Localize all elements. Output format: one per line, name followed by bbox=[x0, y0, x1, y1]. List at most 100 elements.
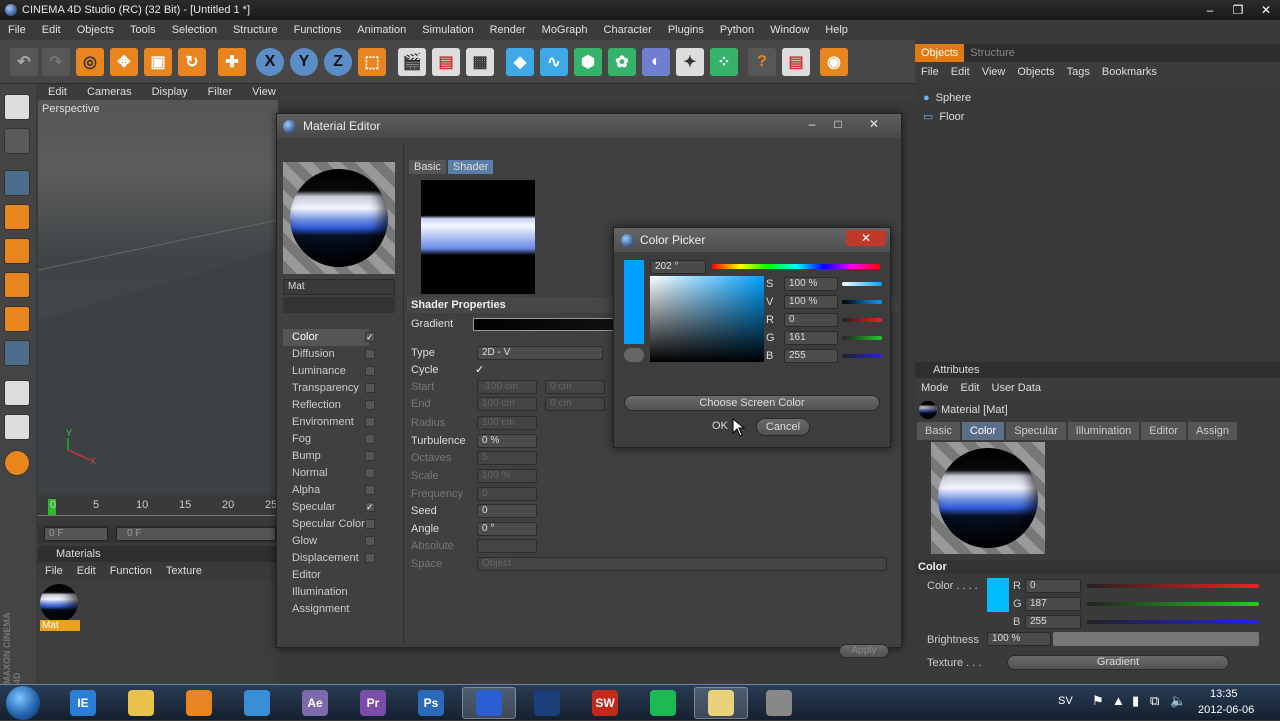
viewport-menu-filter[interactable]: Filter bbox=[198, 86, 242, 98]
prop-frequency[interactable]: Frequency 0 bbox=[411, 486, 881, 503]
prop-space[interactable]: Space Object bbox=[411, 556, 887, 573]
channel-checkbox[interactable] bbox=[365, 451, 375, 461]
menu-help[interactable]: Help bbox=[817, 24, 856, 36]
me-maximize-button[interactable]: □ bbox=[827, 117, 849, 133]
taskbar-app-tool[interactable] bbox=[752, 687, 806, 719]
attr-tab-color[interactable]: Color bbox=[961, 422, 1005, 440]
object-mode-icon[interactable] bbox=[4, 170, 30, 196]
materials-menu-file[interactable]: File bbox=[38, 565, 70, 577]
prop-value-2[interactable]: 0 cm bbox=[545, 380, 605, 394]
r-slider[interactable] bbox=[1087, 584, 1259, 588]
points-mode-icon[interactable] bbox=[4, 204, 30, 230]
taskbar-app-spotify[interactable] bbox=[636, 687, 690, 719]
battery-icon[interactable]: ▮ bbox=[1132, 693, 1139, 709]
menu-simulation[interactable]: Simulation bbox=[414, 24, 481, 36]
objects-menu-objects[interactable]: Objects bbox=[1011, 66, 1060, 78]
channel-checkbox[interactable] bbox=[365, 485, 375, 495]
taskbar-app-ie[interactable]: IE bbox=[56, 687, 110, 719]
taskbar-app-folder[interactable] bbox=[694, 687, 748, 719]
channel-checkbox[interactable] bbox=[365, 434, 375, 444]
prop-value[interactable]: 100 % bbox=[477, 469, 537, 483]
edges-mode-icon[interactable] bbox=[4, 238, 30, 264]
objects-menu-tags[interactable]: Tags bbox=[1061, 66, 1096, 78]
channel-bump[interactable]: Bump bbox=[283, 448, 375, 465]
scene-icon[interactable]: ✦ bbox=[676, 48, 704, 76]
menu-animation[interactable]: Animation bbox=[349, 24, 414, 36]
channel-specular-color[interactable]: Specular Color bbox=[283, 516, 375, 533]
g-slider[interactable] bbox=[1087, 602, 1259, 606]
model-mode-icon[interactable] bbox=[4, 128, 30, 154]
tab-structure[interactable]: Structure bbox=[964, 44, 1021, 62]
channel-color[interactable]: Color ✓ bbox=[283, 329, 375, 346]
render-settings-icon[interactable]: ▦ bbox=[466, 48, 494, 76]
s-field[interactable]: 100 % bbox=[784, 277, 838, 291]
menu-character[interactable]: Character bbox=[596, 24, 660, 36]
channel-specular[interactable]: Specular ✓ bbox=[283, 499, 375, 516]
v-field[interactable]: 100 % bbox=[784, 295, 838, 309]
channel-checkbox[interactable] bbox=[365, 468, 375, 478]
menu-file[interactable]: File bbox=[0, 24, 34, 36]
materials-menu-texture[interactable]: Texture bbox=[159, 565, 209, 577]
prop-value[interactable] bbox=[477, 539, 537, 553]
prop-value-2[interactable]: 0 cm bbox=[545, 397, 605, 411]
menu-selection[interactable]: Selection bbox=[164, 24, 225, 36]
taskbar-app-media[interactable] bbox=[172, 687, 226, 719]
viewport-menu-edit[interactable]: Edit bbox=[38, 86, 77, 98]
uv-mode-icon[interactable] bbox=[4, 306, 30, 332]
channel-checkbox[interactable] bbox=[365, 417, 375, 427]
viewport-menu-cameras[interactable]: Cameras bbox=[77, 86, 142, 98]
make-editable-icon[interactable] bbox=[4, 94, 30, 120]
channel-transparency[interactable]: Transparency bbox=[283, 380, 375, 397]
channel-diffusion[interactable]: Diffusion bbox=[283, 346, 375, 363]
cancel-button[interactable]: Cancel bbox=[756, 418, 810, 436]
objects-menu-file[interactable]: File bbox=[915, 66, 945, 78]
menu-render[interactable]: Render bbox=[482, 24, 534, 36]
channel-checkbox[interactable] bbox=[365, 536, 375, 546]
me-tab-shader[interactable]: Shader bbox=[447, 160, 494, 174]
menu-structure[interactable]: Structure bbox=[225, 24, 286, 36]
close-button[interactable]: ✕ bbox=[1252, 0, 1280, 20]
color-swatch[interactable] bbox=[987, 578, 1009, 612]
channel-glow[interactable]: Glow bbox=[283, 533, 375, 550]
attributes-menu-edit[interactable]: Edit bbox=[955, 382, 986, 394]
cp-r-field[interactable]: 0 bbox=[784, 313, 838, 327]
undo-icon[interactable]: ↶ bbox=[10, 48, 38, 76]
channel-illumination[interactable]: Illumination bbox=[283, 584, 369, 601]
prop-value[interactable]: Object bbox=[477, 557, 887, 571]
attr-tab-editor[interactable]: Editor bbox=[1141, 422, 1187, 440]
prop-value[interactable]: 0 bbox=[477, 487, 537, 501]
menu-window[interactable]: Window bbox=[762, 24, 817, 36]
timeline[interactable]: 0 5 10 15 20 25 bbox=[38, 495, 278, 525]
prop-scale[interactable]: Scale 100 % bbox=[411, 468, 881, 485]
me-minimize-button[interactable]: – bbox=[801, 117, 823, 133]
channel-checkbox[interactable] bbox=[365, 553, 375, 563]
render-picture-viewer-icon[interactable]: ▤ bbox=[432, 48, 460, 76]
prop-value[interactable]: -100 cm bbox=[477, 380, 537, 394]
apply-button[interactable]: Apply bbox=[839, 644, 889, 658]
taskbar-app-c4d-2[interactable] bbox=[520, 687, 574, 719]
frame-start-field[interactable]: 0 F bbox=[44, 527, 108, 541]
viewport-menu-view[interactable]: View bbox=[242, 86, 286, 98]
start-button[interactable] bbox=[6, 686, 40, 720]
array-icon[interactable]: ✿ bbox=[608, 48, 636, 76]
attr-g-field[interactable]: 187 bbox=[1025, 597, 1081, 611]
viewport[interactable]: Perspective Y X bbox=[38, 100, 278, 495]
tab-objects[interactable]: Objects bbox=[915, 44, 965, 62]
render-view-icon[interactable]: 🎬 bbox=[398, 48, 426, 76]
viewport-menu-display[interactable]: Display bbox=[142, 86, 198, 98]
prop-octaves[interactable]: Octaves 5 bbox=[411, 450, 881, 467]
channel-assignment[interactable]: Assignment bbox=[283, 601, 369, 618]
cube-icon[interactable]: ◆ bbox=[506, 48, 534, 76]
snap-icon[interactable] bbox=[4, 414, 30, 440]
spline-icon[interactable]: ∿ bbox=[540, 48, 568, 76]
help-icon[interactable]: ? bbox=[748, 48, 776, 76]
deformer-icon[interactable]: ◐ bbox=[642, 48, 670, 76]
hue-slider[interactable] bbox=[712, 264, 880, 269]
taskbar-app-sw[interactable]: SW bbox=[578, 687, 632, 719]
maximize-button[interactable]: ❐ bbox=[1224, 0, 1252, 20]
texture-mode-icon[interactable] bbox=[4, 340, 30, 366]
cp-b-slider[interactable] bbox=[842, 354, 882, 358]
attr-tab-illumination[interactable]: Illumination bbox=[1067, 422, 1140, 440]
channel-checkbox[interactable] bbox=[365, 349, 375, 359]
hue-field[interactable]: 202 ° bbox=[650, 260, 706, 274]
